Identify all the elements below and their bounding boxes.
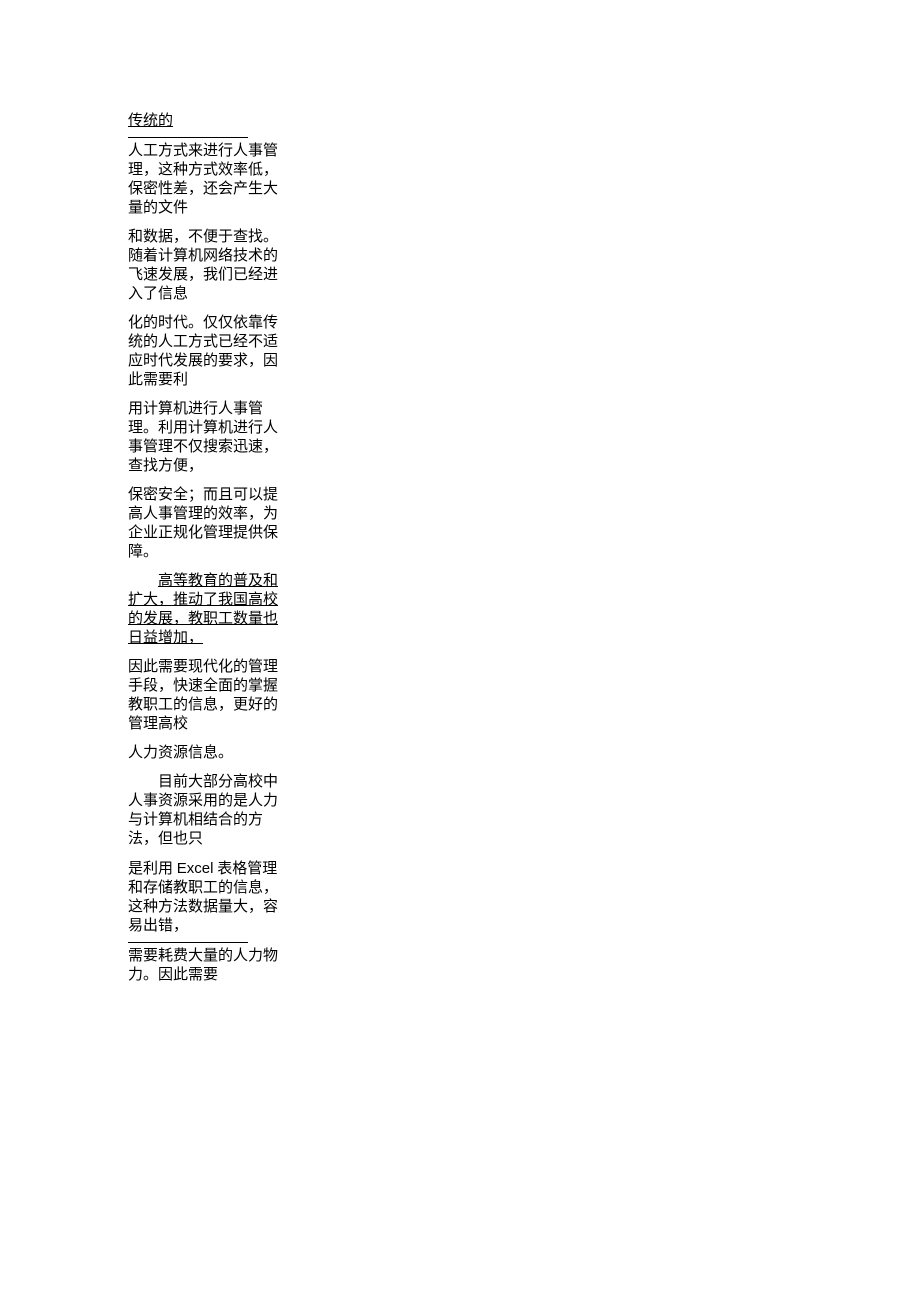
divider — [128, 942, 248, 943]
divider — [128, 137, 248, 138]
text-block: 人工方式来进行人事管理，这种方式效率低，保密性差，还会产生大量的文件 — [128, 143, 278, 216]
paragraph: 是利用 Excel 表格管理和存储教职工的信息，这种方法数据量大，容易出错， — [128, 859, 282, 936]
text-block: 人力资源信息。 — [128, 745, 233, 761]
text-block: 需要耗费大量的人力物力。因此需要 — [128, 948, 278, 983]
paragraph: 用计算机进行人事管理。利用计算机进行人事管理不仅搜索迅速，查找方便， — [128, 400, 282, 476]
text-block: 用计算机进行人事管理。利用计算机进行人事管理不仅搜索迅速，查找方便， — [128, 401, 278, 474]
paragraph: 和数据，不便于查找。随着计算机网络技术的飞速发展，我们已经进入了信息 — [128, 228, 282, 304]
paragraph: 人力资源信息。 — [128, 744, 282, 763]
paragraph: 目前大部分高校中人事资源采用的是人力与计算机相结合的方法，但也只 — [128, 773, 282, 849]
text-block: 和数据，不便于查找。随着计算机网络技术的飞速发展，我们已经进入了信息 — [128, 229, 278, 302]
document-page: 传统的 人工方式来进行人事管理，这种方式效率低，保密性差，还会产生大量的文件 和… — [0, 0, 920, 1303]
text-fragment: 是利用 — [128, 861, 177, 877]
paragraph-lead: 传统的 — [128, 112, 282, 131]
text-latin: Excel — [177, 860, 214, 877]
paragraph: 需要耗费大量的人力物力。因此需要 — [128, 947, 282, 985]
text-block: 目前大部分高校中人事资源采用的是人力与计算机相结合的方法，但也只 — [128, 774, 278, 847]
text-block: 因此需要现代化的管理手段，快速全面的掌握教职工的信息，更好的管理高校 — [128, 659, 278, 732]
paragraph: 保密安全；而且可以提高人事管理的效率，为企业正规化管理提供保障。 — [128, 486, 282, 562]
text-block: 高等教育的普及和扩大，推动了我国高校的发展，教职工数量也日益增加， — [128, 573, 278, 646]
paragraph: 人工方式来进行人事管理，这种方式效率低，保密性差，还会产生大量的文件 — [128, 142, 282, 218]
text-column: 传统的 人工方式来进行人事管理，这种方式效率低，保密性差，还会产生大量的文件 和… — [128, 112, 282, 995]
paragraph: 因此需要现代化的管理手段，快速全面的掌握教职工的信息，更好的管理高校 — [128, 658, 282, 734]
paragraph-underlined: 高等教育的普及和扩大，推动了我国高校的发展，教职工数量也日益增加， — [128, 572, 282, 648]
text-block: 保密安全；而且可以提高人事管理的效率，为企业正规化管理提供保障。 — [128, 487, 278, 560]
paragraph: 化的时代。仅仅依靠传统的人工方式已经不适应时代发展的要求，因此需要利 — [128, 314, 282, 390]
text-block: 化的时代。仅仅依靠传统的人工方式已经不适应时代发展的要求，因此需要利 — [128, 315, 278, 388]
text-line: 传统的 — [128, 113, 173, 129]
